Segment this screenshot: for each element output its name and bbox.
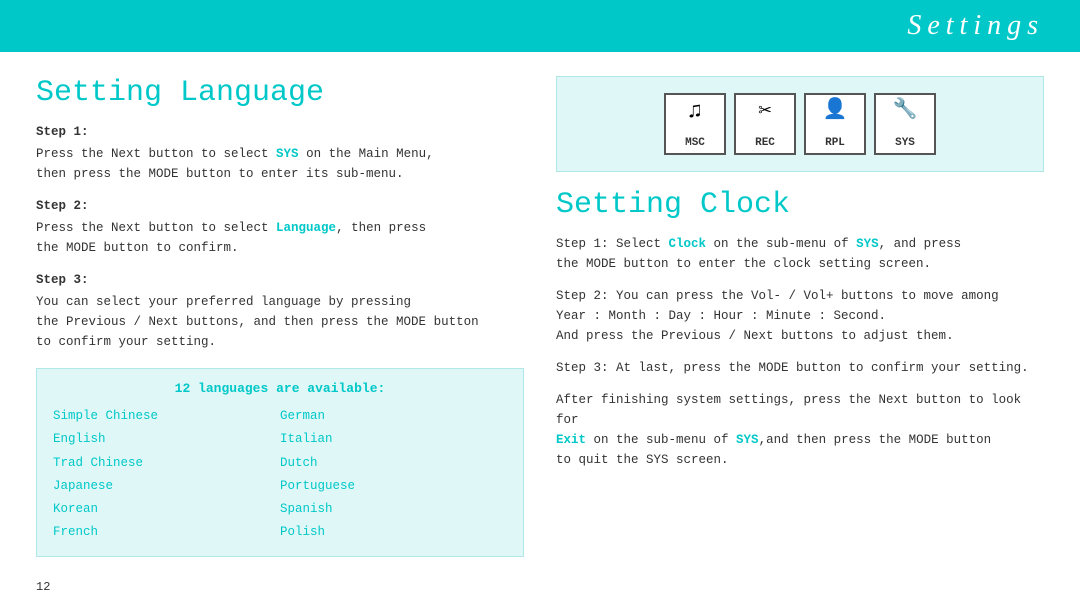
main-content: Setting Language Step 1: Press the Next … — [0, 52, 1080, 604]
clock-step-3-block: Step 3: At last, press the MODE button t… — [556, 358, 1044, 378]
step-1-block: Step 1: Press the Next button to select … — [36, 122, 524, 184]
sys-label: SYS — [895, 137, 915, 149]
rpl-label: RPL — [825, 137, 845, 149]
clock-finishing-block: After finishing system settings, press t… — [556, 390, 1044, 470]
clock-highlight: Clock — [669, 237, 707, 251]
language-box: 12 languages are available: Simple Chine… — [36, 368, 524, 557]
step-3-label: Step 3: — [36, 270, 524, 290]
lang-german: German — [280, 406, 507, 427]
step-2-block: Step 2: Press the Next button to select … — [36, 196, 524, 258]
language-highlight: Language — [276, 221, 336, 235]
step-2-label: Step 2: — [36, 196, 524, 216]
lang-italian: Italian — [280, 429, 507, 450]
exit-highlight: Exit — [556, 433, 586, 447]
lang-simple-chinese: Simple Chinese — [53, 406, 280, 427]
clock-step-2-block: Step 2: You can press the Vol- / Vol+ bu… — [556, 286, 1044, 346]
icon-msc: ♫ MSC — [664, 93, 726, 155]
sys-highlight-1: SYS — [276, 147, 299, 161]
rec-label: REC — [755, 137, 775, 149]
setting-language-title: Setting Language — [36, 76, 524, 110]
step-3-block: Step 3: You can select your preferred la… — [36, 270, 524, 352]
language-box-title: 12 languages are available: — [53, 381, 507, 396]
left-column: Setting Language Step 1: Press the Next … — [36, 76, 524, 588]
lang-english: English — [53, 429, 280, 450]
lang-spanish: Spanish — [280, 499, 507, 520]
right-column: ♫ MSC ✂ REC 👤 RPL 🔧 SYS Setting Clock — [556, 76, 1044, 588]
language-grid: Simple Chinese German English Italian Tr… — [53, 406, 507, 544]
sys-highlight-2: SYS — [856, 237, 879, 251]
sys-highlight-3: SYS — [736, 433, 759, 447]
step-1-label: Step 1: — [36, 122, 524, 142]
lang-korean: Korean — [53, 499, 280, 520]
page-number: 12 — [36, 580, 50, 594]
lang-dutch: Dutch — [280, 453, 507, 474]
lang-japanese: Japanese — [53, 476, 280, 497]
page-title: Settings — [907, 10, 1044, 42]
icon-rec: ✂ REC — [734, 93, 796, 155]
rec-icon: ✂ — [758, 101, 771, 123]
top-banner: Settings — [0, 0, 1080, 52]
lang-trad-chinese: Trad Chinese — [53, 453, 280, 474]
icon-sys: 🔧 SYS — [874, 93, 936, 155]
lang-portuguese: Portuguese — [280, 476, 507, 497]
icon-rpl: 👤 RPL — [804, 93, 866, 155]
icon-panel: ♫ MSC ✂ REC 👤 RPL 🔧 SYS — [556, 76, 1044, 172]
icon-row: ♫ MSC ✂ REC 👤 RPL 🔧 SYS — [664, 93, 936, 155]
lang-french: French — [53, 522, 280, 543]
clock-step-1-block: Step 1: Select Clock on the sub-menu of … — [556, 234, 1044, 274]
rpl-icon: 👤 — [823, 101, 848, 121]
sys-icon: 🔧 — [893, 101, 918, 121]
setting-clock-title: Setting Clock — [556, 188, 1044, 222]
msc-icon: ♫ — [688, 101, 701, 123]
lang-polish: Polish — [280, 522, 507, 543]
msc-label: MSC — [685, 137, 705, 149]
